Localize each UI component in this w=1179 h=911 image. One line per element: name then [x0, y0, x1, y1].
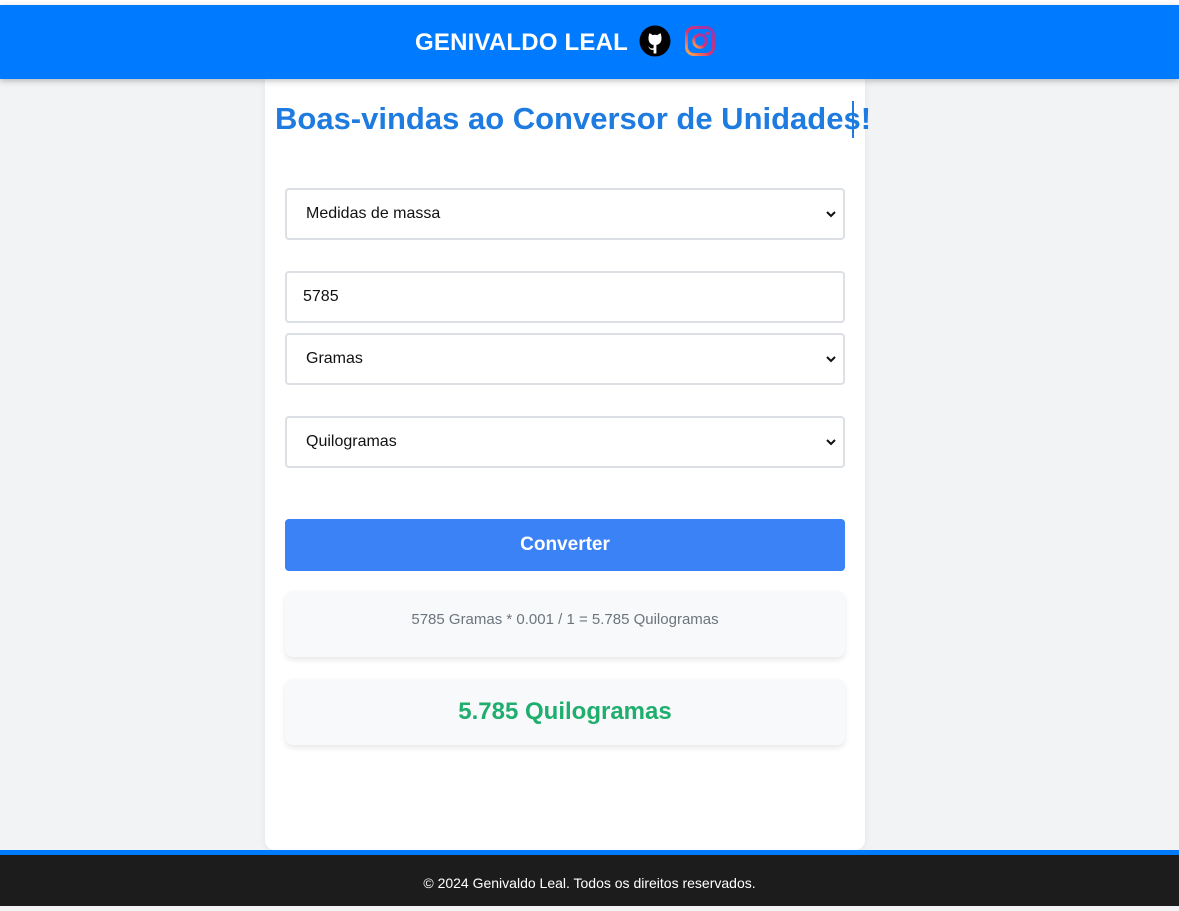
formula-text: 5785 Gramas * 0.001 / 1 = 5.785 Quilogra… — [285, 591, 845, 657]
result-text: 5.785 Quilogramas — [285, 679, 845, 745]
page-title: Boas-vindas ao Conversor de Unidades! — [275, 101, 872, 136]
chevron-down-icon — [826, 211, 836, 218]
from-unit-select[interactable]: Gramas — [285, 333, 845, 385]
to-unit-value: Quilogramas — [306, 433, 397, 450]
copyright-text: © 2024 Genivaldo Leal. Todos os direitos… — [423, 875, 756, 891]
site-footer: © 2024 Genivaldo Leal. Todos os direitos… — [0, 855, 1179, 906]
category-select[interactable]: Medidas de massa — [285, 188, 845, 240]
text-cursor — [852, 101, 854, 138]
from-unit-value: Gramas — [306, 350, 363, 367]
brand-name: GENIVALDO LEAL — [415, 29, 629, 56]
value-input-text: 5785 — [303, 288, 339, 305]
github-icon[interactable] — [639, 25, 671, 57]
category-select-value: Medidas de massa — [306, 205, 441, 222]
value-input[interactable]: 5785 — [285, 271, 845, 323]
to-unit-select[interactable]: Quilogramas — [285, 416, 845, 468]
site-header: GENIVALDO LEAL — [0, 5, 1179, 79]
chevron-down-icon — [826, 439, 836, 446]
chevron-down-icon — [826, 356, 836, 363]
instagram-icon[interactable] — [684, 25, 716, 57]
convert-button[interactable]: Converter — [285, 519, 845, 571]
